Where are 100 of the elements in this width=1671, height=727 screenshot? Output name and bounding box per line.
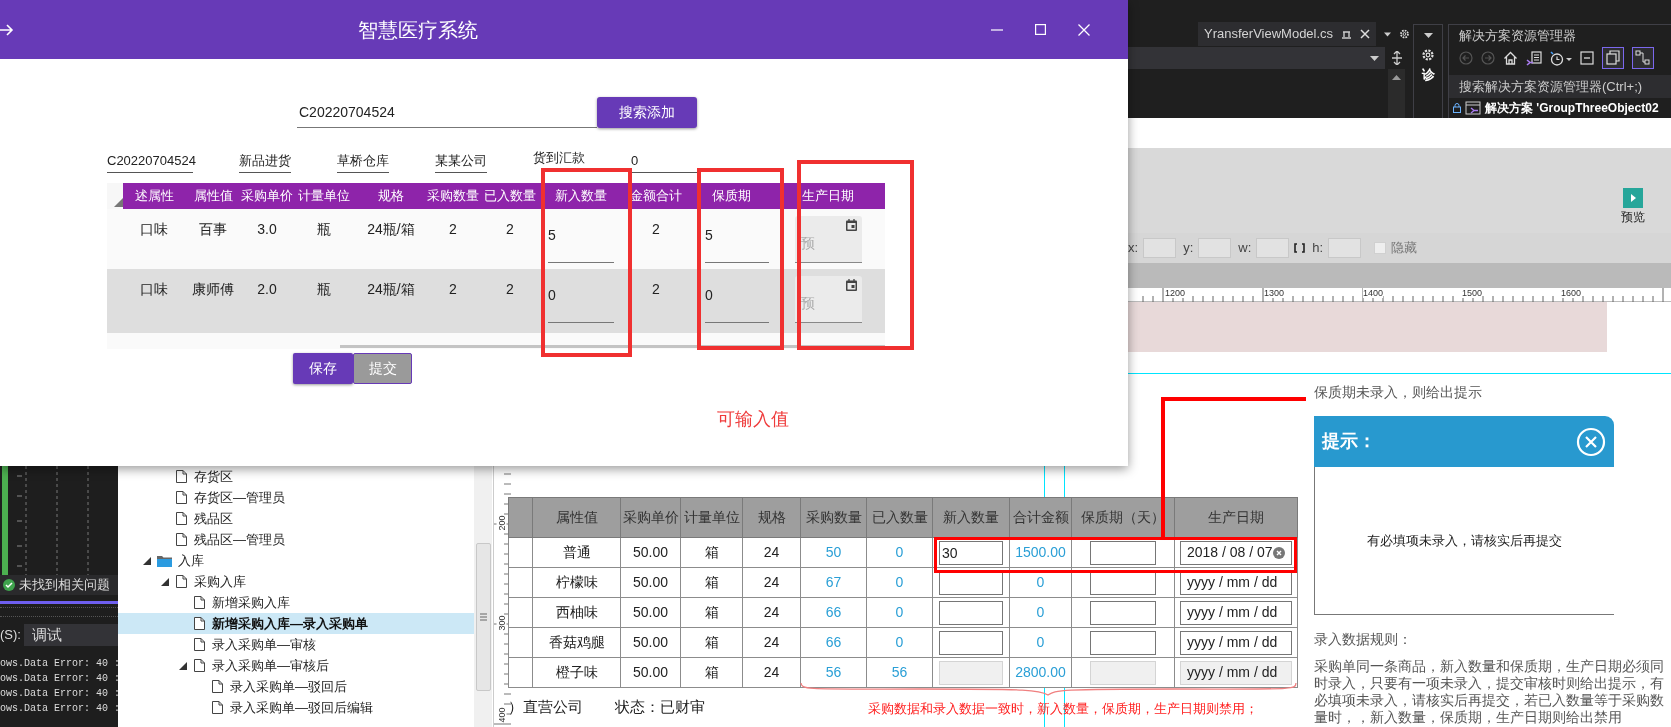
- input-field[interactable]: [1198, 238, 1232, 258]
- clock-icon[interactable]: [1550, 51, 1572, 66]
- caret-icon[interactable]: [1370, 55, 1379, 61]
- back-icon[interactable]: [1459, 51, 1473, 66]
- save-button[interactable]: 保存: [293, 353, 353, 384]
- home-icon[interactable]: [1503, 51, 1518, 66]
- tree-item[interactable]: 存货区—管理员: [118, 487, 474, 508]
- settings-icon[interactable]: [1399, 27, 1410, 41]
- file-icon: [212, 680, 223, 693]
- input-field[interactable]: [1256, 238, 1290, 258]
- table-cell: 箱: [680, 537, 743, 568]
- forward-icon[interactable]: [1481, 51, 1495, 66]
- table-cell: 24: [742, 597, 801, 628]
- scrollbar-thumb[interactable]: [475, 543, 491, 691]
- table-cell-text: 2: [448, 280, 458, 299]
- input-field[interactable]: [1328, 238, 1362, 258]
- corner-icon[interactable]: [114, 198, 123, 207]
- column-header: 属性值: [532, 497, 621, 538]
- table-cell: 0: [1009, 597, 1072, 628]
- scroll-up-icon[interactable]: [1392, 75, 1401, 80]
- input-field[interactable]: [1090, 600, 1156, 625]
- tree-item[interactable]: 入库: [118, 550, 474, 571]
- input-field[interactable]: [939, 600, 1003, 625]
- panel-tab-label[interactable]: 诊: [1421, 68, 1435, 81]
- input-field[interactable]: 5: [548, 219, 614, 263]
- arrow-icon[interactable]: [0, 22, 14, 37]
- tree-item[interactable]: 录入采购单—驳回后编辑: [118, 697, 474, 718]
- tree-item[interactable]: 新增采购入库—录入采购单: [118, 613, 474, 634]
- tree-item[interactable]: 新增采购入库: [118, 592, 474, 613]
- date-field[interactable]: yyyy / mm / dd: [1180, 600, 1292, 625]
- collapse-icon[interactable]: [1580, 51, 1594, 66]
- grip-icon[interactable]: [479, 613, 487, 621]
- input-field[interactable]: 0: [548, 279, 614, 323]
- checkbox[interactable]: [1374, 242, 1387, 254]
- date-field[interactable]: yyyy / mm / dd: [1180, 630, 1292, 655]
- column-header: 规格: [742, 497, 801, 538]
- search-field[interactable]: C20220704524: [297, 98, 597, 128]
- close-icon[interactable]: [1360, 29, 1371, 39]
- clear-icon[interactable]: [1273, 546, 1285, 559]
- input-field[interactable]: [1090, 540, 1156, 565]
- splitter-grip[interactable]: [0, 607, 118, 617]
- preview-button[interactable]: 预览: [1621, 188, 1645, 223]
- select-all-corner[interactable]: [107, 183, 123, 209]
- table-cell: 67: [800, 567, 867, 598]
- column-header: 采购数量: [800, 497, 867, 538]
- tree-item[interactable]: 录入采购单—审核: [118, 634, 474, 655]
- scrollbar-thumb[interactable]: [340, 345, 885, 348]
- folder-icon: [157, 554, 172, 567]
- hierarchy-icon[interactable]: [1632, 47, 1654, 70]
- input-field[interactable]: [1090, 630, 1156, 655]
- output-source-dropdown[interactable]: 调试: [23, 624, 118, 646]
- input-field[interactable]: 5: [705, 219, 769, 263]
- column-header: 属性值: [192, 187, 234, 206]
- tree-item[interactable]: 采购入库: [118, 571, 474, 592]
- search-field[interactable]: 搜索解决方案资源管理器(Ctrl+;): [1449, 74, 1671, 98]
- tree-item[interactable]: 录入采购单—驳回后: [118, 676, 474, 697]
- play-icon[interactable]: [1623, 188, 1643, 208]
- pages-icon[interactable]: [1602, 47, 1624, 70]
- calendar-icon[interactable]: [845, 219, 857, 231]
- caret-icon[interactable]: [1384, 31, 1392, 37]
- grid-row[interactable]: 口味 百事 3.0 瓶 24瓶/箱 2 2 5 2 5 预: [107, 209, 885, 269]
- caret-icon[interactable]: [1423, 33, 1433, 38]
- input-field[interactable]: 草桥仓库: [337, 150, 389, 173]
- calendar-icon[interactable]: [845, 279, 857, 291]
- lock-ratio-icon[interactable]: [1294, 243, 1306, 253]
- column-header: 采购单价: [241, 187, 293, 206]
- date-field[interactable]: 2018 / 08 / 07: [1180, 540, 1292, 565]
- tree-item[interactable]: 残品区: [118, 508, 474, 529]
- input-field[interactable]: 0: [631, 150, 699, 173]
- column-header: 生产日期: [801, 187, 855, 206]
- table-cell-text: 2.0: [256, 280, 278, 299]
- search-add-button[interactable]: 搜索添加: [597, 97, 697, 128]
- input-field[interactable]: 0: [705, 279, 769, 323]
- table-cell: 66: [800, 627, 867, 658]
- document-icon[interactable]: [1526, 51, 1542, 66]
- input-field[interactable]: 新品进货: [239, 150, 291, 173]
- grid-row[interactable]: 口味 康师傅 2.0 瓶 24瓶/箱 2 2 0 2 0 预: [107, 269, 885, 333]
- table-cell: 24: [742, 537, 801, 568]
- pin-icon[interactable]: [1341, 29, 1353, 39]
- settings-icon[interactable]: [1421, 48, 1435, 62]
- editor-tab[interactable]: YransferViewModel.cs: [1198, 22, 1377, 46]
- maximize-icon[interactable]: [1035, 24, 1046, 35]
- input-field[interactable]: 30: [939, 540, 1003, 565]
- input-field[interactable]: [1143, 238, 1177, 258]
- tree-item[interactable]: 录入采购单—审核后: [118, 655, 474, 676]
- table-cell: 0: [866, 597, 933, 628]
- input-field[interactable]: [939, 630, 1003, 655]
- splitter-icon[interactable]: [1391, 51, 1403, 65]
- table-cell: 普通: [532, 537, 621, 568]
- table-cell-text: 2: [505, 220, 515, 239]
- tree-item[interactable]: 存货区: [118, 466, 474, 487]
- table-cell: 箱: [680, 567, 743, 598]
- table-cell-text: 24瓶/箱: [366, 220, 416, 239]
- file-icon: [176, 575, 187, 588]
- tree-item[interactable]: 残品区—管理员: [118, 529, 474, 550]
- tree-item[interactable]: 解决方案 'GroupThreeObject02: [1449, 98, 1671, 118]
- input-field[interactable]: 某某公司: [435, 150, 487, 173]
- rules-title: 录入数据规则：: [1314, 630, 1413, 649]
- table-cell: 橙子味: [532, 657, 621, 688]
- output-line: ows.Data Error: 40 :: [0, 687, 118, 701]
